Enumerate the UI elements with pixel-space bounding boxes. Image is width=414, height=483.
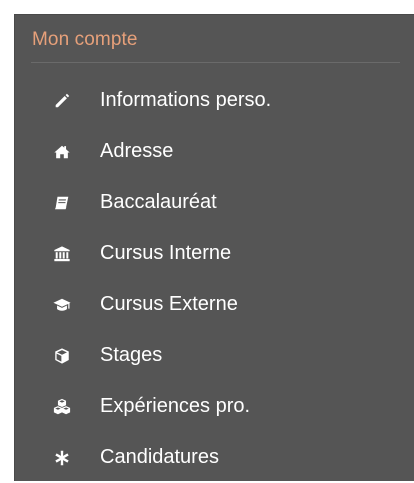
- menu-item-label: Candidatures: [100, 446, 219, 468]
- menu-item-experiences-pro[interactable]: Expériences pro.: [15, 381, 414, 432]
- menu-item-label: Baccalauréat: [100, 191, 217, 213]
- menu-item-label: Expériences pro.: [100, 395, 251, 417]
- menu-item-informations-perso[interactable]: Informations perso.: [15, 75, 414, 126]
- account-menu-panel: Mon compte Informations perso. Adresse B…: [14, 14, 414, 481]
- asterisk-icon: [52, 448, 72, 468]
- pencil-icon: [52, 91, 72, 111]
- graduation-cap-icon: [52, 295, 72, 315]
- panel-title: Mon compte: [32, 29, 138, 50]
- title-divider: [31, 62, 400, 63]
- menu-item-label: Informations perso.: [100, 89, 272, 111]
- account-menu: Informations perso. Adresse Baccalauréat…: [15, 75, 414, 483]
- menu-item-candidatures[interactable]: Candidatures: [15, 432, 414, 483]
- menu-item-cursus-externe[interactable]: Cursus Externe: [15, 279, 414, 330]
- menu-item-baccalaureat[interactable]: Baccalauréat: [15, 177, 414, 228]
- institution-icon: [52, 244, 72, 264]
- menu-item-stages[interactable]: Stages: [15, 330, 414, 381]
- cube-icon: [52, 346, 72, 366]
- menu-item-label: Stages: [100, 344, 163, 366]
- menu-item-cursus-interne[interactable]: Cursus Interne: [15, 228, 414, 279]
- cubes-icon: [52, 397, 72, 417]
- menu-item-label: Cursus Interne: [100, 242, 232, 264]
- menu-item-label: Adresse: [100, 140, 174, 162]
- home-icon: [52, 142, 72, 162]
- menu-item-label: Cursus Externe: [100, 293, 238, 315]
- menu-item-adresse[interactable]: Adresse: [15, 126, 414, 177]
- book-icon: [52, 193, 72, 213]
